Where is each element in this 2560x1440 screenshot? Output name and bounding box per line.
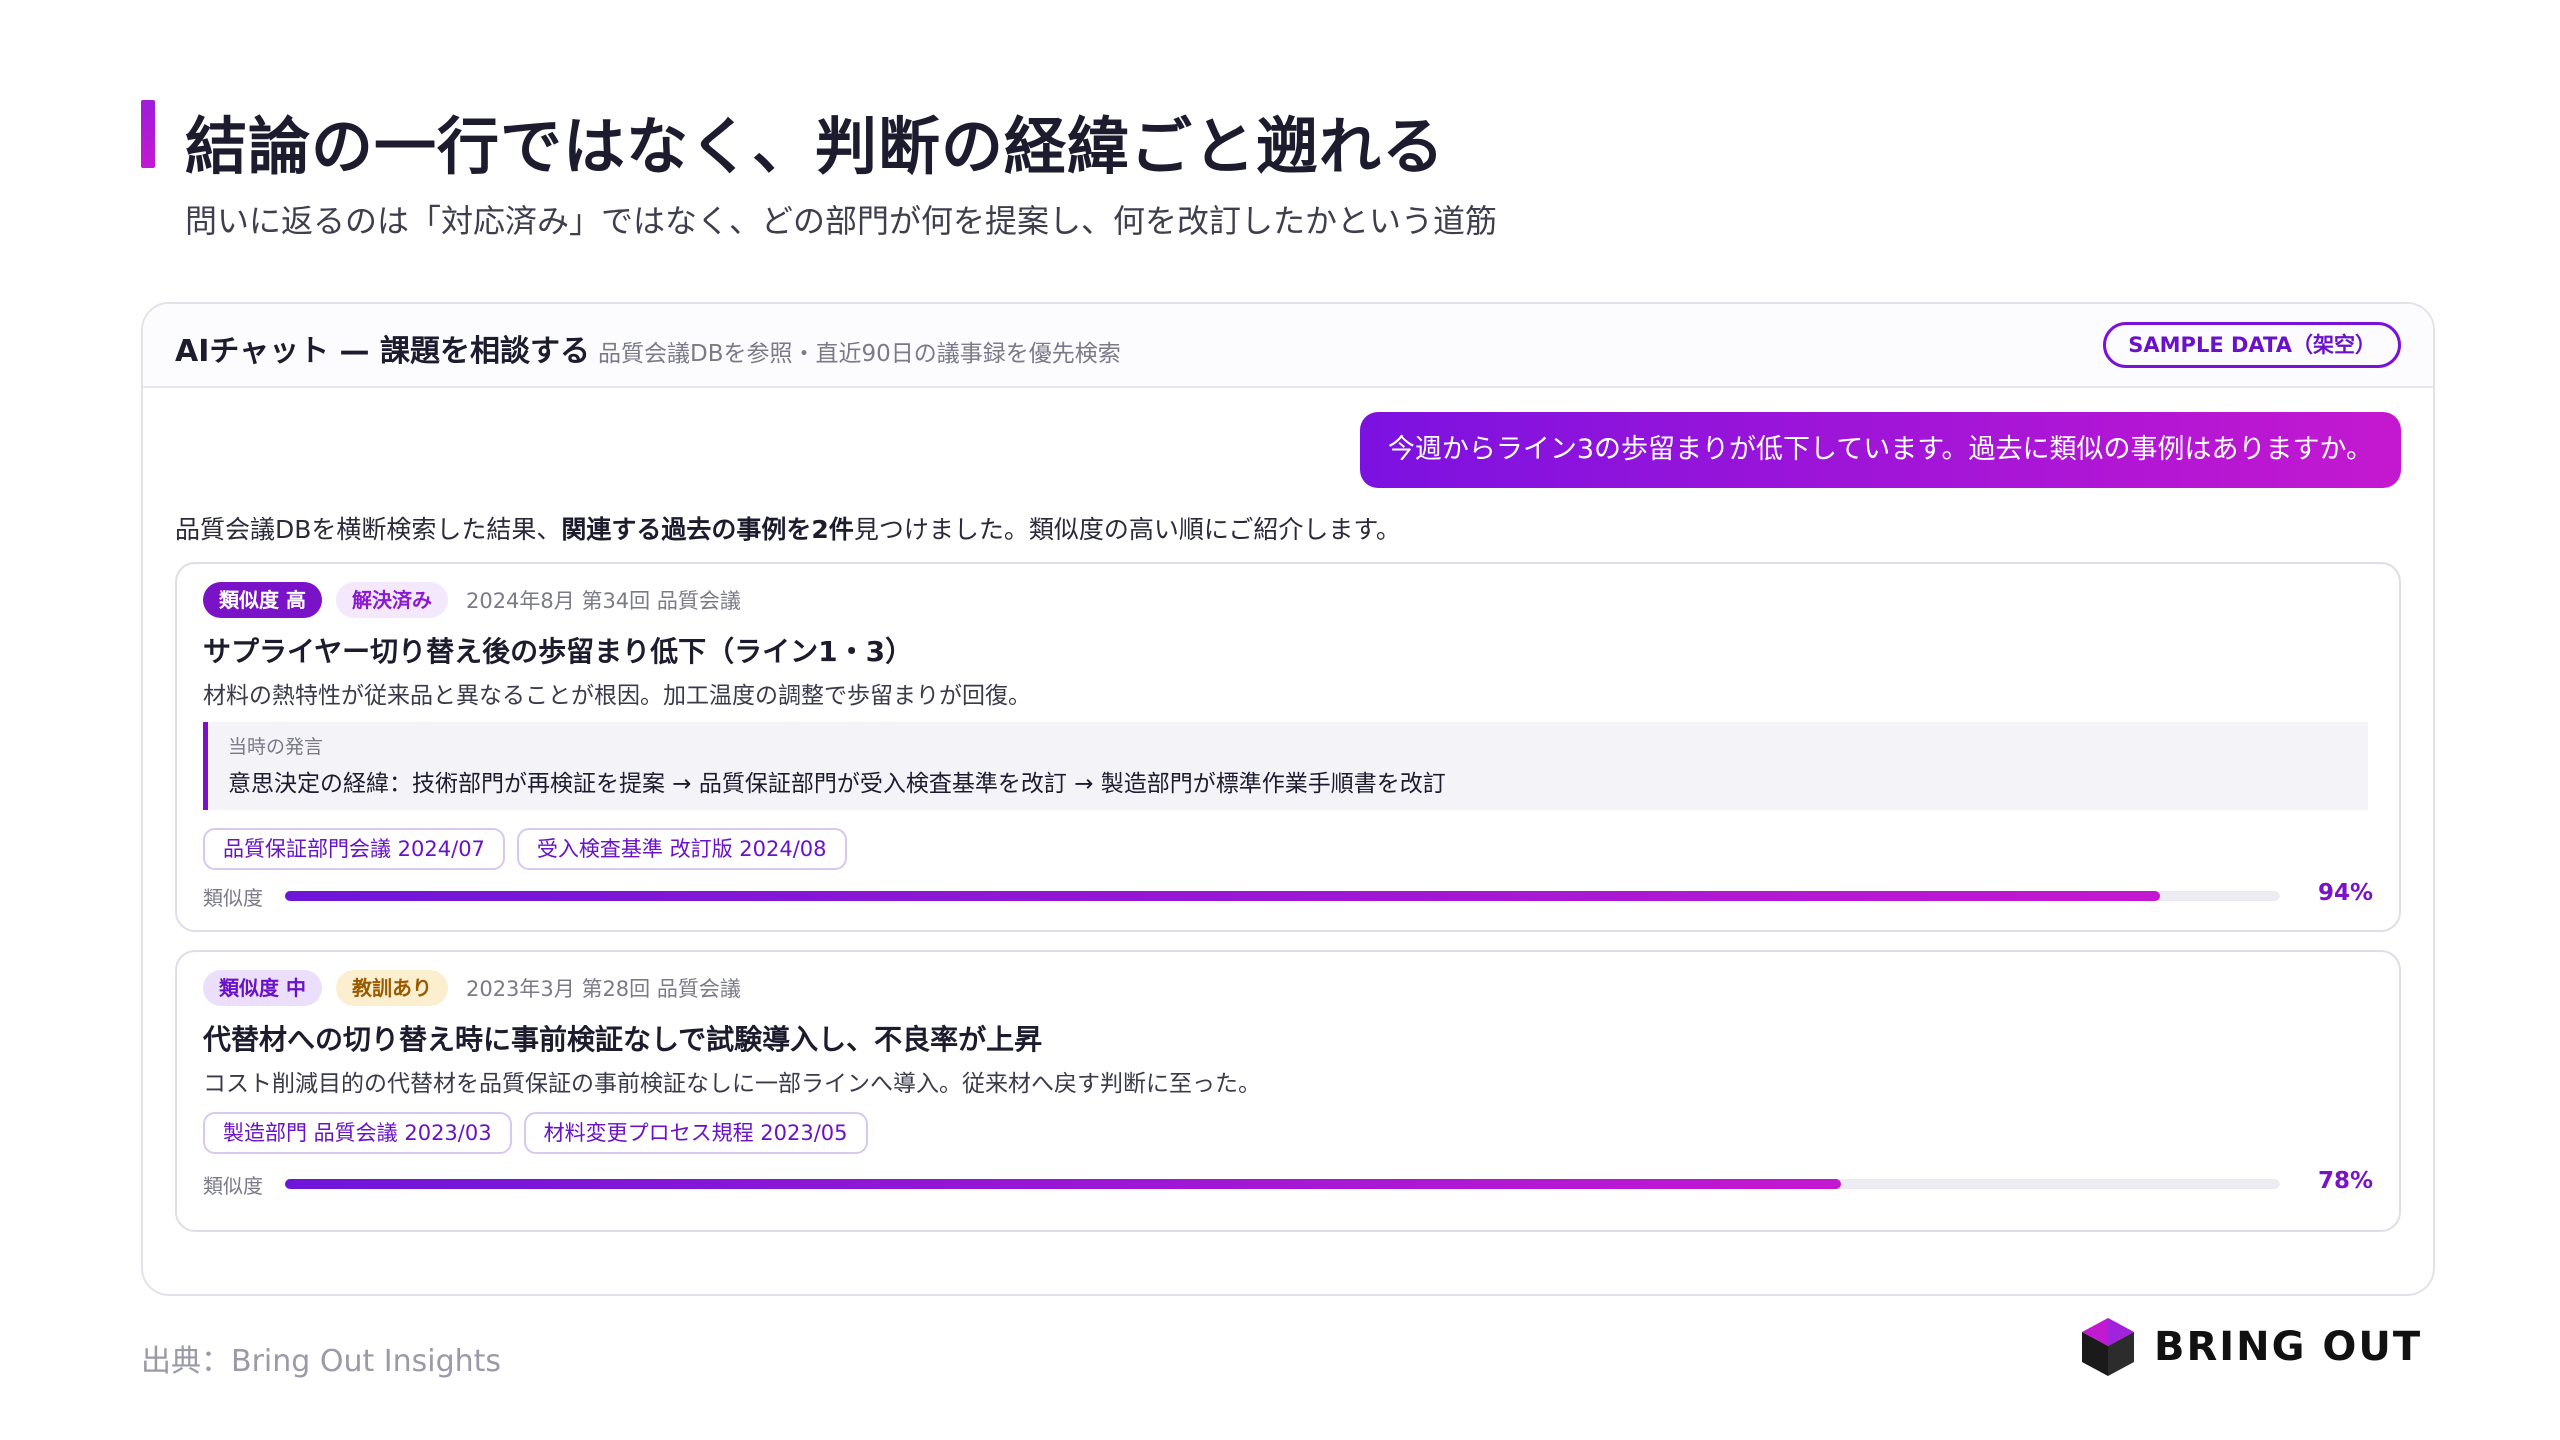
answer-highlight: 関連する過去の事例を2件 <box>561 515 854 544</box>
panel-description: 品質会議DBを参照・直近90日の議事録を優先検索 <box>598 341 1121 367</box>
similarity-percent: 78% <box>2317 1168 2373 1194</box>
status-tag: 解決済み <box>335 582 448 618</box>
case-tag-row: 類似度 中 教訓あり 2023年3月 第28回 品質会議 <box>203 970 741 1006</box>
similarity-label: 類似度 <box>203 1174 263 1198</box>
quote-label: 当時の発言 <box>228 736 324 758</box>
reference-chip[interactable]: 製造部門 品質会議 2023/03 <box>203 1112 512 1154</box>
answer-prefix: 品質会議DBを横断検索した結果、 <box>175 515 562 544</box>
ai-chat-panel: AIチャット — 課題を相談する 品質会議DBを参照・直近90日の議事録を優先検… <box>141 302 2435 1296</box>
similarity-bar-fill <box>285 1179 1842 1189</box>
quote-text: 意思決定の経緯：技術部門が再検証を提案 → 品質保証部門が受入検査基準を改訂 →… <box>228 771 1446 797</box>
reference-chips: 品質保証部門会議 2024/07 受入検査基準 改訂版 2024/08 <box>203 828 847 870</box>
case-card[interactable]: 類似度 中 教訓あり 2023年3月 第28回 品質会議 代替材への切り替え時に… <box>175 950 2401 1232</box>
quote-block: 当時の発言 意思決定の経緯：技術部門が再検証を提案 → 品質保証部門が受入検査基… <box>203 722 2368 810</box>
answer-suffix: 見つけました。類似度の高い順にご紹介します。 <box>853 515 1401 544</box>
status-tag: 教訓あり <box>335 970 448 1006</box>
similarity-label: 類似度 <box>203 886 263 910</box>
similarity-percent: 94% <box>2317 880 2373 906</box>
similarity-tag: 類似度 高 <box>203 582 322 618</box>
case-title: 代替材への切り替え時に事前検証なしで試験導入し、不良率が上昇 <box>203 1023 1043 1056</box>
cube-logo-icon <box>2082 1318 2134 1376</box>
case-description: コスト削減目的の代替材を品質保証の事前検証なしに一部ラインへ導入。従来材へ戻す判… <box>203 1071 1261 1097</box>
similarity-tag: 類似度 中 <box>203 970 322 1006</box>
brand-name: BRING OUT <box>2154 1324 2423 1370</box>
case-meta: 2024年8月 第34回 品質会議 <box>465 589 741 613</box>
case-tag-row: 類似度 高 解決済み 2024年8月 第34回 品質会議 <box>203 582 741 618</box>
case-title: サプライヤー切り替え後の歩留まり低下（ライン1・3） <box>203 635 914 668</box>
user-message-bubble: 今週からライン3の歩留まりが低下しています。過去に類似の事例はありますか。 <box>1359 412 2401 488</box>
title-accent-bar <box>141 100 155 168</box>
page-subtitle: 問いに返るのは「対応済み」ではなく、どの部門が何を提案し、何を改訂したかという道… <box>185 202 1498 240</box>
assistant-answer: 品質会議DBを横断検索した結果、関連する過去の事例を2件見つけました。類似度の高… <box>175 510 1401 546</box>
reference-chip[interactable]: 材料変更プロセス規程 2023/05 <box>523 1112 868 1154</box>
panel-header: AIチャット — 課題を相談する 品質会議DBを参照・直近90日の議事録を優先検… <box>143 304 2433 388</box>
source-note: 出典：Bring Out Insights <box>141 1344 502 1379</box>
page-title: 結論の一行ではなく、判断の経緯ごと遡れる <box>185 110 1446 183</box>
similarity-bar <box>285 1179 2280 1189</box>
case-description: 材料の熱特性が従来品と異なることが根因。加工温度の調整で歩留まりが回復。 <box>203 683 1031 709</box>
reference-chip[interactable]: 品質保証部門会議 2024/07 <box>203 828 505 870</box>
panel-title: AIチャット — 課題を相談する <box>175 334 590 369</box>
similarity-bar <box>285 891 2280 901</box>
similarity-bar-fill <box>285 891 2161 901</box>
case-card[interactable]: 類似度 高 解決済み 2024年8月 第34回 品質会議 サプライヤー切り替え後… <box>175 562 2401 932</box>
reference-chips: 製造部門 品質会議 2023/03 材料変更プロセス規程 2023/05 <box>203 1112 868 1154</box>
reference-chip[interactable]: 受入検査基準 改訂版 2024/08 <box>516 828 847 870</box>
brand-logo: BRING OUT <box>2080 1316 2422 1378</box>
sample-data-badge: SAMPLE DATA（架空） <box>2103 322 2401 368</box>
case-meta: 2023年3月 第28回 品質会議 <box>465 977 741 1001</box>
